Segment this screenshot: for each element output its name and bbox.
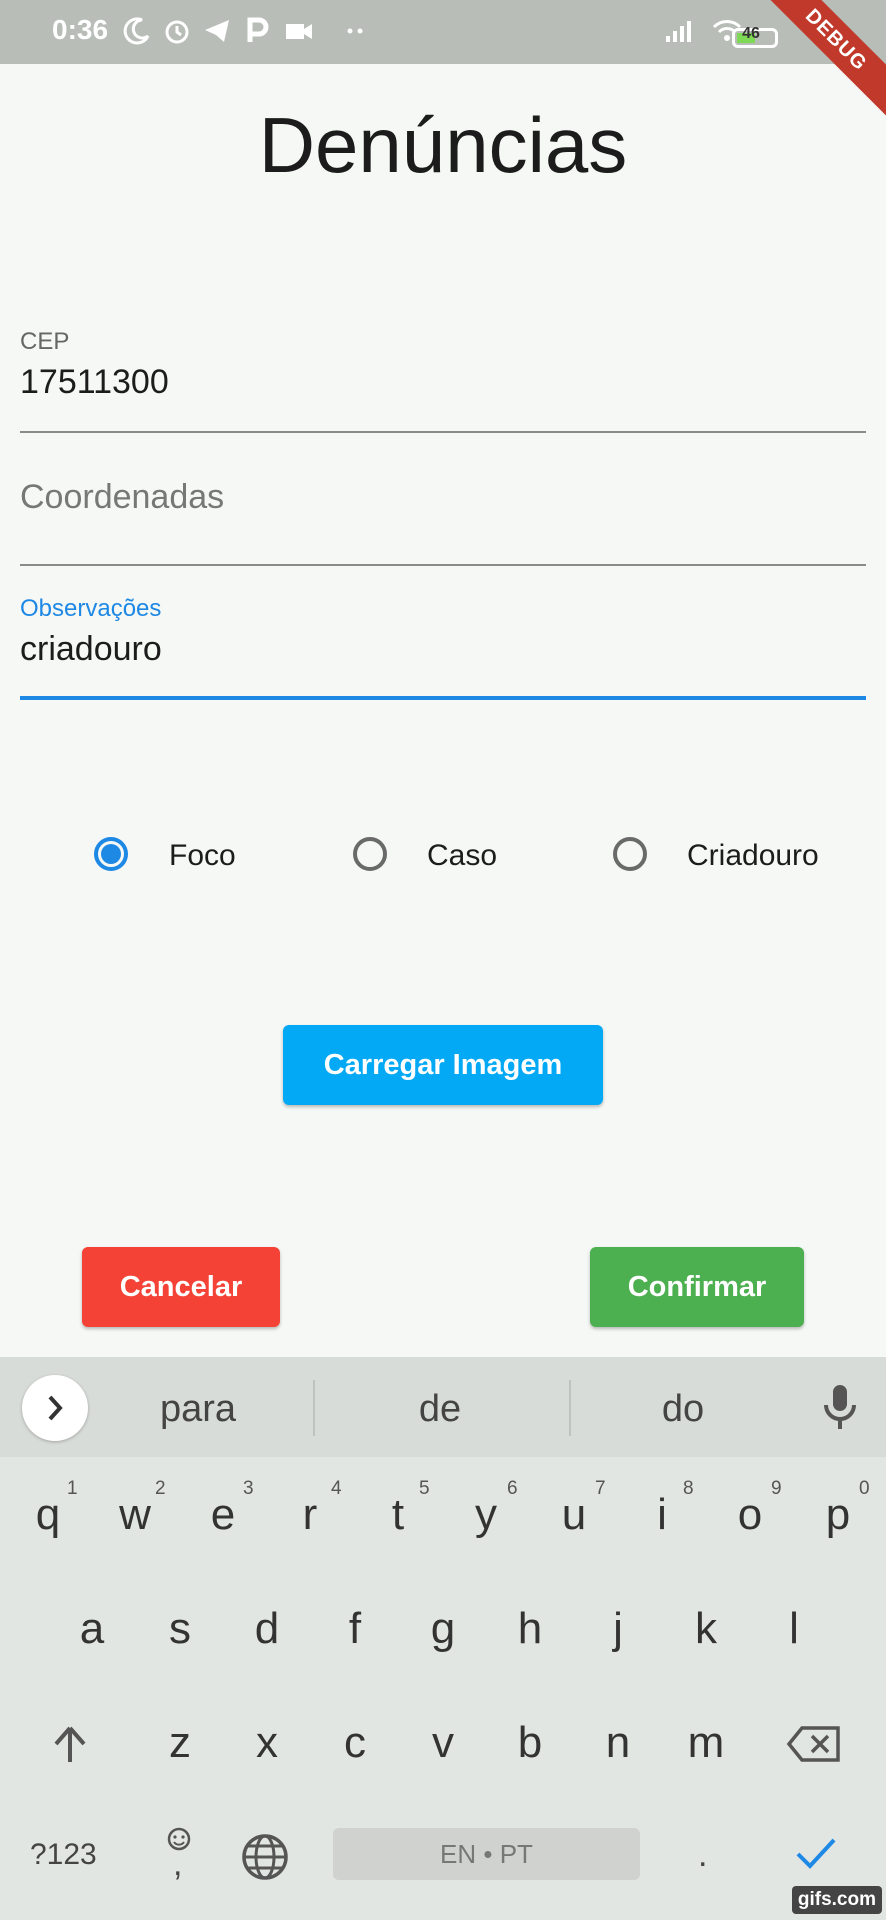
cep-value[interactable]: 17511300 xyxy=(20,363,169,402)
key-e-number: 3 xyxy=(243,1478,254,1499)
key-p-number: 0 xyxy=(859,1478,870,1499)
key-t-number: 5 xyxy=(419,1478,430,1499)
radio-caso-label[interactable]: Caso xyxy=(427,839,497,873)
globe-icon[interactable] xyxy=(240,1832,290,1882)
cep-label: CEP xyxy=(20,328,70,355)
key-u-number: 7 xyxy=(595,1478,606,1499)
alarm-icon xyxy=(165,20,189,44)
suggestion-2[interactable]: de xyxy=(340,1388,540,1431)
expand-toolbar-button[interactable] xyxy=(22,1375,88,1441)
video-icon xyxy=(286,24,312,39)
moon-icon xyxy=(123,17,150,45)
key-n[interactable]: n xyxy=(583,1718,653,1768)
cancel-button[interactable]: Cancelar xyxy=(82,1247,280,1327)
suggestion-separator xyxy=(569,1380,571,1436)
suggestion-separator xyxy=(313,1380,315,1436)
key-r-number: 4 xyxy=(331,1478,342,1499)
radio-foco-selected-dot xyxy=(101,844,121,864)
checkmark-icon[interactable] xyxy=(794,1836,838,1872)
comma-key[interactable]: , xyxy=(173,1845,182,1884)
observacoes-underline xyxy=(20,696,866,700)
chevron-right-icon xyxy=(48,1395,63,1421)
watermark: gifs.com xyxy=(791,1886,882,1914)
cep-underline xyxy=(20,431,866,433)
key-l[interactable]: l xyxy=(759,1604,829,1654)
shift-icon[interactable] xyxy=(48,1722,92,1766)
radio-foco-label[interactable]: Foco xyxy=(169,839,236,873)
page-title: Denúncias xyxy=(258,101,628,189)
radio-caso[interactable] xyxy=(353,837,387,871)
battery-level: 46 xyxy=(742,25,760,42)
key-g[interactable]: g xyxy=(408,1604,478,1654)
key-v[interactable]: v xyxy=(408,1718,478,1768)
key-b[interactable]: b xyxy=(495,1718,565,1768)
observacoes-label: Observações xyxy=(20,595,162,622)
upload-image-button[interactable]: Carregar Imagem xyxy=(283,1025,603,1105)
key-i-number: 8 xyxy=(683,1478,694,1499)
key-j[interactable]: j xyxy=(583,1604,653,1654)
key-o-number: 9 xyxy=(771,1478,782,1499)
coordenadas-field[interactable]: Coordenadas xyxy=(20,478,224,517)
key-a[interactable]: a xyxy=(57,1604,127,1654)
coordenadas-underline xyxy=(20,564,866,566)
symbols-key[interactable]: ?123 xyxy=(30,1838,97,1872)
key-s[interactable]: s xyxy=(145,1604,215,1654)
key-y-number: 6 xyxy=(507,1478,518,1499)
space-bar[interactable]: EN • PT xyxy=(333,1828,640,1880)
key-d[interactable]: d xyxy=(232,1604,302,1654)
backspace-icon[interactable] xyxy=(786,1725,842,1763)
more-notifications-icon xyxy=(347,28,363,34)
microphone-icon[interactable] xyxy=(820,1383,860,1433)
confirm-button[interactable]: Confirmar xyxy=(590,1247,804,1327)
key-w-number: 2 xyxy=(155,1478,166,1499)
radio-criadouro-label[interactable]: Criadouro xyxy=(687,839,819,873)
p-app-icon xyxy=(247,17,269,42)
radio-foco[interactable] xyxy=(94,837,128,871)
key-x[interactable]: x xyxy=(232,1718,302,1768)
telegram-icon xyxy=(205,20,229,42)
observacoes-field[interactable]: criadouro xyxy=(20,630,162,669)
status-time: 0:36 xyxy=(52,14,109,45)
radio-criadouro[interactable] xyxy=(613,837,647,871)
suggestion-3[interactable]: do xyxy=(583,1388,783,1431)
key-h[interactable]: h xyxy=(495,1604,565,1654)
key-z[interactable]: z xyxy=(145,1718,215,1768)
key-f[interactable]: f xyxy=(320,1604,390,1654)
key-k[interactable]: k xyxy=(671,1604,741,1654)
suggestion-1[interactable]: para xyxy=(98,1388,298,1431)
key-q-number: 1 xyxy=(67,1478,78,1499)
signal-icon xyxy=(666,21,691,42)
period-key[interactable]: . xyxy=(698,1836,707,1875)
key-c[interactable]: c xyxy=(320,1718,390,1768)
key-m[interactable]: m xyxy=(671,1718,741,1768)
